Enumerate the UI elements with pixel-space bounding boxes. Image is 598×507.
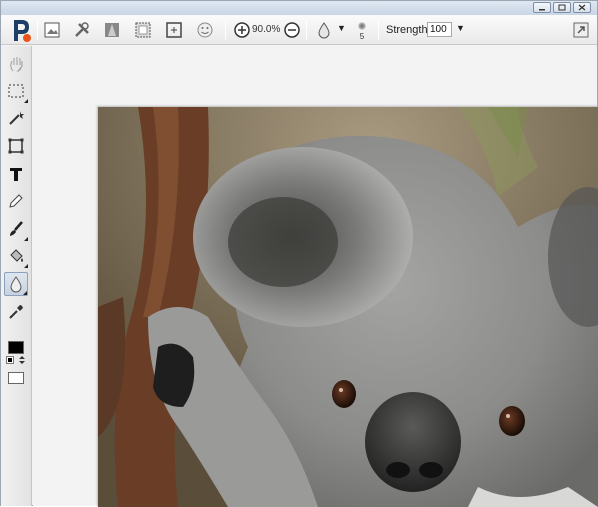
sticker-button[interactable] <box>194 19 216 41</box>
hand-icon <box>10 57 23 73</box>
fullscreen-button[interactable] <box>570 19 592 41</box>
brush-size-button[interactable]: 5 <box>353 21 371 43</box>
brush-size-icon <box>358 22 366 30</box>
koala-photo <box>98 107 598 507</box>
top-toolbar: 90.0% ▼ 5 Strength ▼ <box>1 15 597 45</box>
foreground-color-swatch[interactable] <box>8 341 24 354</box>
tool-blur[interactable] <box>4 272 28 296</box>
tools-button[interactable] <box>71 19 93 41</box>
tool-pencil[interactable] <box>4 189 28 213</box>
image-button[interactable] <box>41 19 63 41</box>
tool-brush[interactable] <box>4 217 28 241</box>
blur-drop-icon <box>318 22 330 39</box>
tool-fill[interactable] <box>4 244 28 268</box>
image-icon <box>44 22 60 38</box>
tool-text[interactable] <box>4 162 28 186</box>
resize-button[interactable] <box>163 19 185 41</box>
maximize-icon <box>558 4 566 11</box>
filter-icon <box>105 23 119 37</box>
close-button[interactable] <box>573 2 591 13</box>
fullscreen-icon <box>573 22 589 38</box>
app-window: 90.0% ▼ 5 Strength ▼ <box>0 0 598 507</box>
photo-image <box>98 107 598 507</box>
background-color-swatch[interactable] <box>8 372 24 384</box>
app-logo[interactable] <box>8 17 34 43</box>
zoom-level: 90.0% <box>252 24 281 35</box>
tool-crop[interactable] <box>4 134 28 158</box>
frame-icon <box>135 22 151 38</box>
strength-dropdown-arrow[interactable]: ▼ <box>456 23 465 33</box>
maximize-button[interactable] <box>553 2 571 13</box>
swap-colors-icon[interactable] <box>17 355 27 365</box>
tools-icon <box>75 22 89 37</box>
logo-icon <box>14 20 31 42</box>
eyedropper-icon <box>9 305 23 319</box>
strength-input[interactable] <box>427 22 452 37</box>
zoom-out-button[interactable] <box>281 19 303 41</box>
zoom-out-icon <box>284 22 300 38</box>
blur-tool-options[interactable] <box>313 19 335 41</box>
smiley-icon <box>197 22 213 38</box>
fill-bucket-icon <box>10 249 23 262</box>
resize-icon <box>166 22 182 38</box>
frame-button[interactable] <box>132 19 154 41</box>
crop-icon <box>8 138 24 154</box>
title-bar <box>1 1 597 15</box>
magic-wand-icon <box>9 111 24 125</box>
canvas-area[interactable] <box>33 46 598 507</box>
brush-icon <box>10 221 23 236</box>
zoom-in-button[interactable] <box>231 19 253 41</box>
minimize-button[interactable] <box>533 2 551 13</box>
zoom-in-icon <box>234 22 250 38</box>
filter-button[interactable] <box>101 19 123 41</box>
blur-icon <box>10 276 22 293</box>
tool-marquee[interactable] <box>4 79 28 103</box>
minimize-icon <box>539 8 545 10</box>
text-icon <box>10 168 22 181</box>
reset-colors-button[interactable] <box>6 356 14 364</box>
brush-size-value: 5 <box>359 32 365 41</box>
marquee-icon <box>8 84 24 98</box>
close-icon <box>578 4 586 11</box>
strength-label: Strength <box>386 24 428 36</box>
tool-hand[interactable] <box>4 52 28 76</box>
tool-eyedropper[interactable] <box>4 300 28 324</box>
tool-strip <box>1 46 32 506</box>
tool-magic-wand[interactable] <box>4 106 28 130</box>
blur-dropdown-arrow[interactable]: ▼ <box>337 23 346 33</box>
pencil-icon <box>9 194 23 208</box>
